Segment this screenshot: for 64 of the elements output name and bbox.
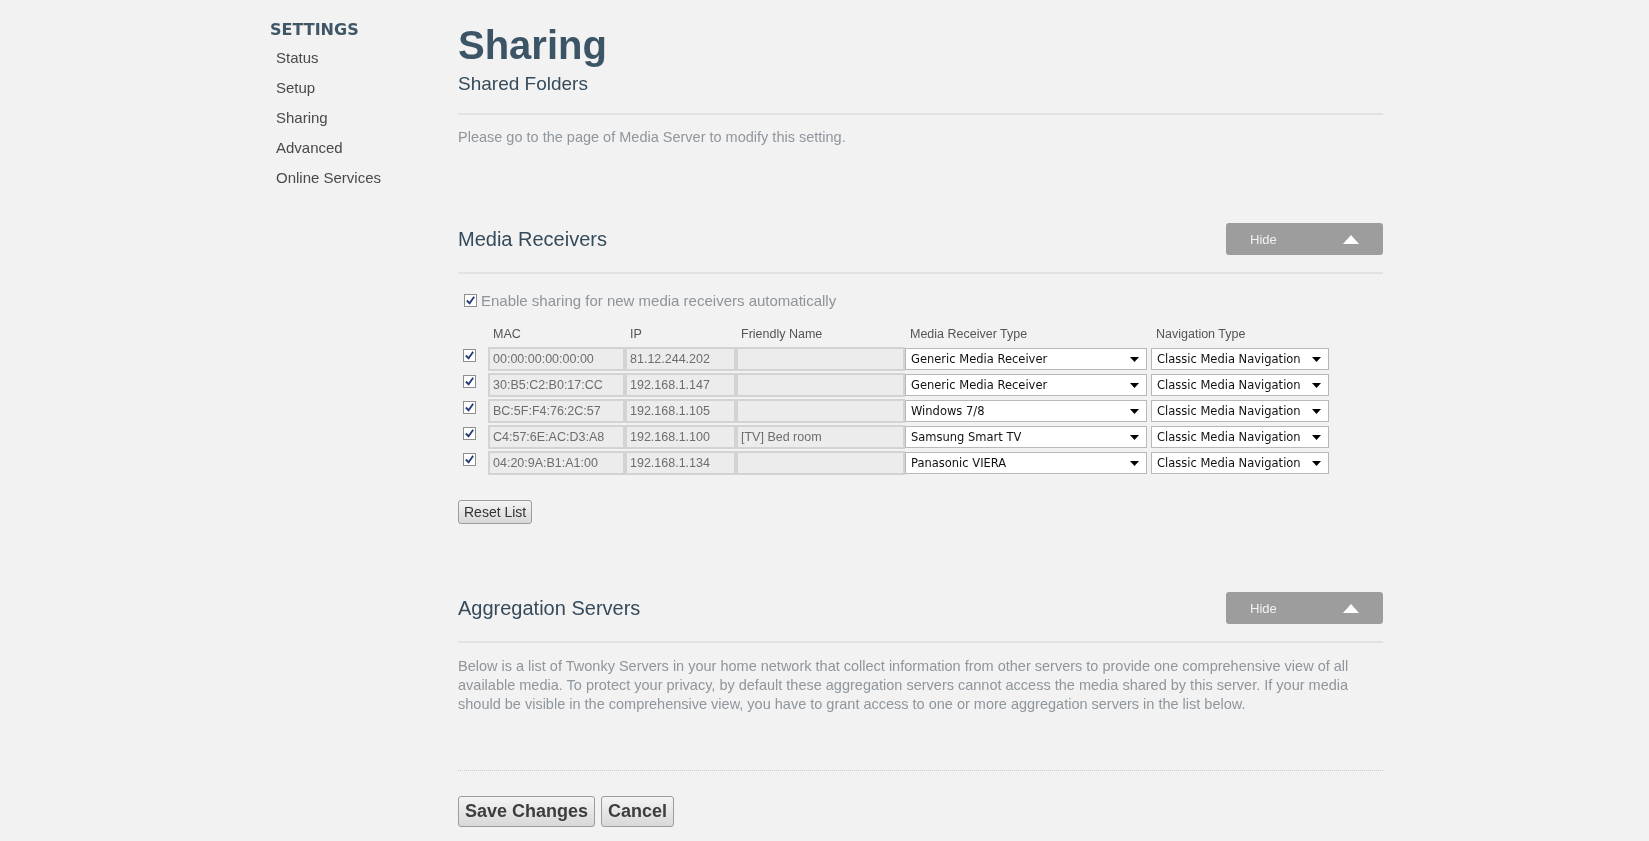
page-title: Sharing <box>458 22 607 68</box>
ip-field[interactable]: 192.168.1.105 <box>625 399 736 423</box>
checkbox[interactable] <box>463 349 476 362</box>
mac-field[interactable]: 04:20:9A:B1:A1:00 <box>488 451 625 475</box>
caret-icon <box>1130 356 1139 362</box>
section-title: Media Receivers <box>458 227 607 251</box>
friendly-name-field[interactable] <box>736 399 905 423</box>
column-header: Media Receiver Type <box>909 327 1029 343</box>
column-header: Friendly Name <box>740 327 824 343</box>
friendly-name-field[interactable] <box>736 451 905 475</box>
sidebar-item[interactable]: Online Services <box>270 168 388 198</box>
receiver-type-dropdown[interactable]: Generic Media Receiver <box>905 348 1147 370</box>
caret-icon <box>1312 460 1321 466</box>
ip-field[interactable]: 192.168.1.134 <box>625 451 736 475</box>
section-title: Aggregation Servers <box>458 596 641 620</box>
caret-icon <box>1130 460 1139 466</box>
friendly-name-field[interactable]: [TV] Bed room <box>736 425 905 449</box>
description-text: Below is a list of Twonky Servers in your home network that collect information from other servers to provide one comprehensive view of all available media. To protect your privacy, by default these aggregation servers cannot access the media shared by this server. If your media should be visible in the comprehensive view, you have to grant access to one or more aggregation servers in the list below. <box>458 657 1350 714</box>
navigation-type-dropdown[interactable]: Classic Media Navigation <box>1151 374 1329 396</box>
caret-icon <box>1312 356 1321 362</box>
mac-field[interactable]: 00:00:00:00:00:00 <box>488 347 625 371</box>
cancel-button[interactable]: Cancel <box>601 796 675 827</box>
caret-icon <box>1312 434 1321 440</box>
checkbox[interactable] <box>463 453 476 466</box>
checkbox[interactable] <box>463 401 476 414</box>
navigation-type-dropdown[interactable]: Classic Media Navigation <box>1151 348 1329 370</box>
mac-field[interactable]: 30:B5:C2:B0:17:CC <box>488 373 625 397</box>
checkbox[interactable] <box>463 427 476 440</box>
sidebar-item[interactable]: Status <box>270 48 325 78</box>
column-header: MAC <box>492 327 522 343</box>
save-button[interactable]: Save Changes <box>458 796 596 827</box>
ip-field[interactable]: 192.168.1.100 <box>625 425 736 449</box>
note-text: Please go to the page of Media Server to modify this setting. <box>458 129 846 145</box>
section-title: Shared Folders <box>458 72 588 96</box>
caret-icon <box>1312 382 1321 388</box>
navigation-type-dropdown[interactable]: Classic Media Navigation <box>1151 426 1329 448</box>
sidebar-item[interactable]: Setup <box>270 78 322 108</box>
caret-icon <box>1130 408 1139 414</box>
receiver-type-dropdown[interactable]: Samsung Smart TV <box>905 426 1147 448</box>
checkbox[interactable] <box>464 294 477 307</box>
caret-icon <box>1312 408 1321 414</box>
mac-field[interactable]: BC:5F:F4:76:2C:57 <box>488 399 625 423</box>
receiver-type-dropdown[interactable]: Generic Media Receiver <box>905 374 1147 396</box>
friendly-name-field[interactable] <box>736 347 905 371</box>
mac-field[interactable]: C4:57:6E:AC:D3:A8 <box>488 425 625 449</box>
sidebar-item[interactable]: Advanced <box>270 138 349 168</box>
column-header: Navigation Type <box>1155 327 1247 343</box>
collapse-arrow-icon <box>1343 603 1359 613</box>
caret-icon <box>1130 434 1139 440</box>
navigation-type-dropdown[interactable]: Classic Media Navigation <box>1151 452 1329 474</box>
reset-list-button[interactable]: Reset List <box>458 500 533 524</box>
checkbox-label: Enable sharing for new media receivers automatically <box>481 292 837 309</box>
sidebar-item[interactable]: Sharing <box>270 108 334 138</box>
sidebar-title: SETTINGS <box>270 20 360 39</box>
caret-icon <box>1130 382 1139 388</box>
ip-field[interactable]: 81.12.244.202 <box>625 347 736 371</box>
column-header: IP <box>629 327 643 343</box>
checkbox[interactable] <box>463 375 476 388</box>
friendly-name-field[interactable] <box>736 373 905 397</box>
navigation-type-dropdown[interactable]: Classic Media Navigation <box>1151 400 1329 422</box>
receiver-type-dropdown[interactable]: Windows 7/8 <box>905 400 1147 422</box>
ip-field[interactable]: 192.168.1.147 <box>625 373 736 397</box>
collapse-arrow-icon <box>1343 234 1359 244</box>
receiver-type-dropdown[interactable]: Panasonic VIERA <box>905 452 1147 474</box>
